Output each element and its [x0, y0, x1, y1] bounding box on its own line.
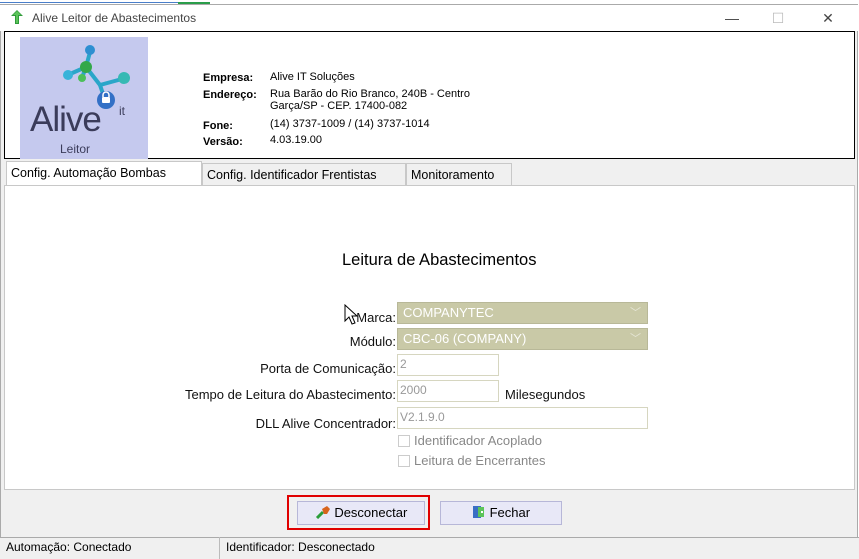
- versao-label: Versão:: [203, 136, 243, 148]
- dll-input[interactable]: V2.1.9.0: [397, 407, 648, 429]
- endereco-label: Endereço:: [203, 89, 257, 101]
- logo-brand: Alive: [30, 100, 102, 139]
- empresa-value: Alive IT Soluções: [270, 71, 355, 83]
- minimize-button[interactable]: —: [709, 5, 755, 31]
- versao-value: 4.03.19.00: [270, 134, 322, 146]
- porta-input[interactable]: 2: [397, 354, 499, 376]
- company-info: Empresa: Alive IT Soluções Endereço: Rua…: [203, 70, 563, 160]
- disconnect-button[interactable]: Desconectar: [297, 501, 425, 525]
- mouse-cursor-icon: [344, 304, 359, 325]
- leitura-encerrantes-checkbox[interactable]: [398, 455, 410, 467]
- marca-label: Marca:: [356, 310, 396, 325]
- endereco-value-line2: Garça/SP - CEP. 17400-082: [270, 100, 408, 112]
- close-button[interactable]: ✕: [805, 5, 851, 31]
- tab-config-identificador-frentistas[interactable]: Config. Identificador Frentistas: [202, 163, 406, 185]
- fone-value: (14) 3737-1009 / (14) 3737-1014: [270, 118, 430, 130]
- molecule-icon: [63, 45, 130, 109]
- modulo-label: Módulo:: [349, 334, 396, 349]
- tab-bar: Config. Automação Bombas Config. Identif…: [4, 161, 855, 187]
- door-exit-icon: [472, 506, 484, 518]
- porta-label: Porta de Comunicação:: [260, 361, 396, 376]
- logo-subtitle: Leitor: [60, 142, 91, 156]
- status-automacao: Automação: Conectado: [6, 540, 132, 554]
- status-separator: [219, 537, 220, 559]
- window-title: Alive Leitor de Abastecimentos: [32, 11, 197, 25]
- tab-config-automacao-bombas[interactable]: Config. Automação Bombas: [6, 161, 202, 185]
- empresa-label: Empresa:: [203, 72, 254, 84]
- plug-icon: [315, 506, 330, 520]
- alive-logo: [20, 37, 148, 159]
- app-icon: [11, 10, 23, 24]
- fechar-button[interactable]: Fechar: [440, 501, 562, 525]
- leitura-encerrantes-label: Leitura de Encerrantes: [414, 453, 546, 468]
- chevron-down-icon: ﹀: [630, 307, 641, 319]
- logo-superscript: it: [119, 104, 125, 118]
- identificador-acoplado-label: Identificador Acoplado: [414, 433, 542, 448]
- maximize-button[interactable]: ☐: [755, 5, 801, 31]
- fone-label: Fone:: [203, 120, 233, 132]
- modulo-value: CBC-06 (COMPANY): [403, 331, 527, 346]
- disconnect-label: Desconectar: [334, 505, 408, 520]
- dll-label: DLL Alive Concentrador:: [255, 416, 396, 431]
- status-identificador: Identificador: Desconectado: [226, 540, 375, 554]
- marca-value: COMPANYTEC: [403, 305, 494, 320]
- modulo-select[interactable]: CBC-06 (COMPANY) ﹀: [397, 328, 648, 350]
- chevron-down-icon: ﹀: [630, 333, 641, 345]
- tempo-input[interactable]: 2000: [397, 380, 499, 402]
- tempo-unit: Milesegundos: [505, 387, 586, 402]
- tempo-label: Tempo de Leitura do Abastecimento:: [184, 387, 396, 402]
- form-title: Leitura de Abastecimentos: [342, 251, 537, 269]
- identificador-acoplado-checkbox[interactable]: [398, 435, 410, 447]
- tab-monitoramento[interactable]: Monitoramento: [406, 163, 512, 185]
- fechar-label: Fechar: [489, 505, 531, 520]
- marca-select[interactable]: COMPANYTEC ﹀: [397, 302, 648, 324]
- endereco-value-line1: Rua Barão do Rio Branco, 240B - Centro: [270, 88, 470, 100]
